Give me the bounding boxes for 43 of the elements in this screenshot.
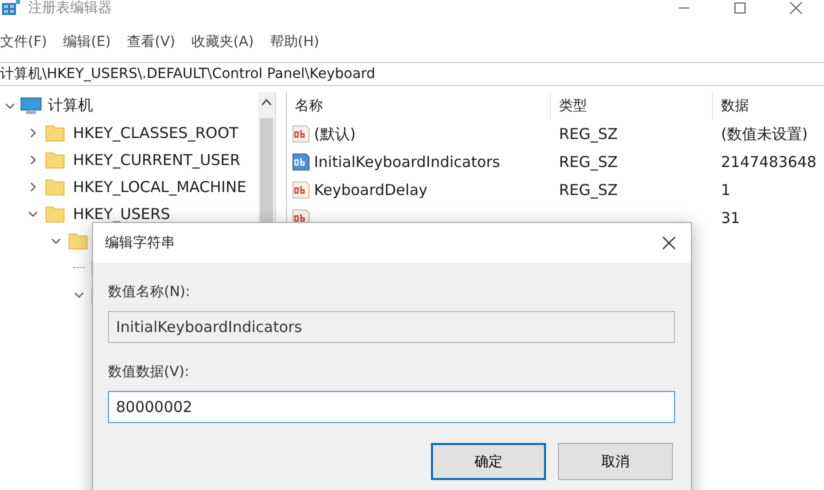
dialog-title: 编辑字符串 xyxy=(105,234,175,252)
menu-item[interactable]: 收藏夹(A) xyxy=(191,33,254,51)
dialog-button[interactable]: 取消 xyxy=(558,443,673,480)
scroll-up-icon[interactable] xyxy=(261,98,272,106)
dialog-button[interactable]: 确定 xyxy=(431,443,546,480)
value-data-field[interactable]: 80000002 xyxy=(108,391,675,423)
tree-item[interactable]: 计算机 xyxy=(48,96,93,115)
table-cell-text: 2147483648 xyxy=(720,153,818,171)
table-cell-text: 31 xyxy=(720,209,742,227)
column-header[interactable]: 名称 xyxy=(287,92,551,120)
table-cell: REG_SZ xyxy=(559,153,618,171)
folder-icon xyxy=(45,178,65,196)
tree-item[interactable]: HKEY_LOCAL_MACHINE xyxy=(73,178,246,196)
close-icon[interactable] xyxy=(789,1,803,15)
maximize-icon[interactable] xyxy=(734,2,746,14)
monitor-icon xyxy=(20,96,42,114)
menu-item[interactable]: 文件(F) xyxy=(0,33,47,51)
folder-icon xyxy=(45,150,65,168)
value-name[interactable]: KeyboardDelay xyxy=(314,181,428,199)
folder-icon xyxy=(45,204,65,222)
folder-icon xyxy=(45,124,65,142)
value-name[interactable]: InitialKeyboardIndicators xyxy=(314,153,500,171)
registry-icon xyxy=(2,0,20,16)
table-cell-text: 1 xyxy=(720,181,732,199)
menu-item[interactable]: 帮助(H) xyxy=(270,33,320,51)
column-header[interactable]: 数据 xyxy=(713,92,824,120)
folder-icon xyxy=(68,232,88,250)
field-label: 数值数据(V): xyxy=(108,363,190,381)
tree-item[interactable]: HKEY_CURRENT_USER xyxy=(73,150,240,168)
value-name-field[interactable]: InitialKeyboardIndicators xyxy=(108,311,675,343)
table-cell: REG_SZ xyxy=(559,125,618,143)
menu-item[interactable]: 编辑(E) xyxy=(62,33,111,51)
table-cell-text: (数值未设置) xyxy=(720,124,809,144)
tree-item[interactable]: HKEY_CLASSES_ROOT xyxy=(73,124,238,142)
column-header[interactable]: 类型 xyxy=(551,92,713,120)
value-name[interactable]: (默认) xyxy=(314,124,356,144)
field-label: 数值名称(N): xyxy=(108,283,192,301)
close-icon[interactable] xyxy=(661,235,677,251)
tree-item[interactable]: HKEY_USERS xyxy=(73,204,170,222)
menu-item[interactable]: 查看(V) xyxy=(126,33,176,51)
table-cell: REG_SZ xyxy=(559,181,618,199)
address-bar[interactable]: 计算机\HKEY_USERS\.DEFAULT\Control Panel\Keyboard xyxy=(0,62,824,86)
window-title: 注册表编辑器 xyxy=(28,0,112,17)
